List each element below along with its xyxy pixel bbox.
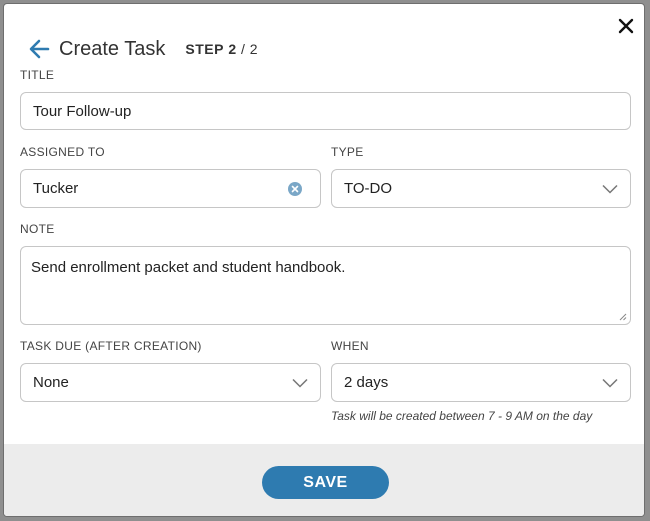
task-due-label: TASK DUE (AFTER CREATION) — [20, 339, 202, 353]
step-total: / 2 — [236, 41, 259, 57]
resize-grip-icon[interactable] — [619, 313, 627, 321]
when-select[interactable]: 2 days — [331, 363, 631, 402]
arrow-left-icon[interactable] — [28, 38, 50, 60]
title-label: TITLE — [20, 68, 55, 82]
when-hint: Task will be created between 7 - 9 AM on… — [331, 409, 593, 423]
note-textarea[interactable]: Send enrollment packet and student handb… — [20, 246, 631, 325]
note-label: NOTE — [20, 222, 55, 236]
step-current: 2 — [228, 41, 237, 57]
close-icon[interactable] — [615, 15, 637, 37]
type-select[interactable]: TO-DO — [331, 169, 631, 208]
dialog-footer: SAVE — [4, 444, 644, 516]
type-select-value: TO-DO — [344, 180, 393, 197]
step-prefix: STEP — [185, 41, 224, 57]
type-label: TYPE — [331, 145, 364, 159]
dialog-header: Create Task STEP 2 / 2 — [28, 34, 258, 64]
task-due-value: None — [33, 374, 69, 391]
when-select-value: 2 days — [344, 374, 389, 391]
dialog-title: Create Task — [59, 37, 166, 60]
assigned-to-field[interactable]: Tucker — [20, 169, 321, 208]
when-label: WHEN — [331, 339, 369, 353]
task-due-select[interactable]: None — [20, 363, 321, 402]
note-text: Send enrollment packet and student handb… — [31, 259, 346, 276]
assigned-to-value: Tucker — [33, 180, 79, 197]
assigned-to-label: ASSIGNED TO — [20, 145, 105, 159]
clear-circle-icon[interactable] — [288, 181, 302, 196]
chevron-down-icon — [602, 184, 618, 194]
title-input[interactable]: Tour Follow-up — [20, 92, 631, 130]
title-input-value: Tour Follow-up — [33, 102, 132, 120]
chevron-down-icon — [292, 378, 308, 388]
create-task-dialog: Create Task STEP 2 / 2 TITLE Tour Follow… — [3, 3, 645, 517]
step-indicator: STEP 2 / 2 — [185, 41, 258, 57]
chevron-down-icon — [602, 378, 618, 388]
save-button[interactable]: SAVE — [262, 466, 389, 499]
